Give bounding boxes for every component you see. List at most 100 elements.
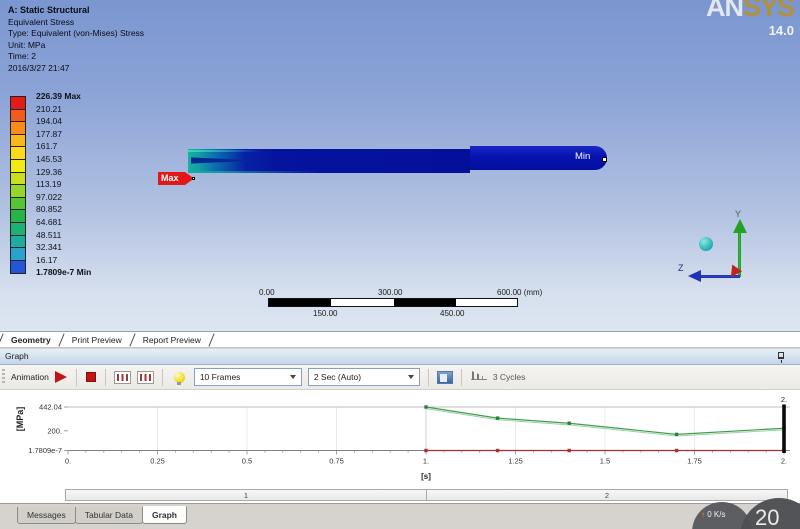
x-axis-title: [s]	[421, 472, 431, 481]
ansys-logo-an: AN	[705, 0, 744, 22]
toolbar-separator	[161, 368, 163, 386]
legend-color-segment	[11, 248, 25, 261]
legend-value-label: 113.19	[36, 179, 62, 190]
play-animation-button[interactable]	[54, 371, 67, 383]
ruler-label-450: 450.00	[440, 309, 465, 318]
distributed-frames-icon[interactable]	[113, 370, 131, 384]
chevron-down-icon[interactable]	[407, 375, 414, 379]
legend-value-label: 48.511	[36, 229, 62, 240]
toolbar-separator	[104, 368, 106, 386]
max-probe-marker	[192, 177, 195, 180]
result-time: Time: 2	[8, 51, 37, 61]
export-video-icon[interactable]	[436, 370, 453, 384]
legend-color-segment	[11, 97, 25, 110]
tab-report-preview[interactable]: Report Preview	[133, 335, 211, 345]
result-name: Equivalent Stress	[8, 16, 75, 27]
auto-hide-pin-icon[interactable]	[778, 352, 784, 363]
graph-pane-title: Graph	[5, 351, 29, 361]
y-axis-title: [MPa]	[15, 406, 25, 432]
ansys-mechanical-window: A: Static Structural Equivalent Stress T…	[0, 0, 800, 529]
tab-tabular-data[interactable]: Tabular Data	[74, 507, 143, 524]
result-unit: Unit: MPa	[8, 39, 46, 50]
legend-color-segment	[11, 197, 25, 211]
graph-pane-header[interactable]: Graph	[0, 349, 800, 365]
legend-color-segment	[11, 172, 25, 186]
y-axis-label: Y	[735, 209, 742, 219]
cycles-slider-icon[interactable]	[470, 371, 487, 383]
legend-color-bar	[10, 96, 26, 275]
ruler-label-0: 0.00	[259, 288, 275, 297]
stop-animation-button[interactable]	[85, 372, 96, 382]
upload-speed-value: 0 K/s	[707, 510, 726, 519]
legend-value-label: 97.022	[36, 191, 62, 202]
legend-value-label: 145.53	[36, 154, 62, 164]
toolbar-separator	[75, 368, 77, 386]
tab-graph[interactable]: Graph	[141, 506, 187, 524]
legend-color-segment	[11, 134, 25, 148]
result-date: 2016/3/27 21:47	[8, 62, 70, 73]
legend-value-label: 210.21	[36, 103, 62, 114]
legend-value-label: 16.17	[36, 254, 58, 265]
ansys-logo-sys: SYS	[742, 0, 795, 22]
legend-color-segment	[11, 222, 25, 236]
overlay-count-value: 20	[755, 505, 780, 529]
min-annotation-label: Min	[575, 151, 591, 162]
tab-print-preview[interactable]: Print Preview	[62, 335, 132, 345]
ruler-segment	[455, 299, 517, 306]
result-type: Type: Equivalent (von-Mises) Stress	[8, 28, 145, 38]
legend-color-segment	[11, 147, 25, 160]
ruler-label-300: 300.00	[378, 288, 403, 297]
toolbar-separator	[427, 368, 429, 386]
legend-color-segment	[11, 210, 25, 223]
load-step-cell[interactable]: 1	[65, 489, 427, 501]
min-probe-marker	[602, 157, 607, 162]
legend-value-label: 32.341	[36, 242, 62, 253]
duration-dropdown[interactable]: 2 Sec (Auto)	[307, 368, 420, 386]
ruler-segment	[393, 299, 456, 306]
legend-color-segment	[11, 122, 25, 135]
frames-dropdown-value: 10 Frames	[199, 372, 241, 382]
z-axis-arrow-icon[interactable]	[688, 270, 701, 282]
legend-color-segment	[11, 185, 25, 198]
legend-color-segment	[11, 260, 25, 274]
load-step-bar: 12	[65, 489, 790, 501]
bottom-tab-bar: Messages Tabular Data Graph	[0, 503, 800, 529]
ruler-label-150: 150.00	[313, 309, 338, 318]
isometric-view-sphere[interactable]	[699, 237, 713, 251]
legend-value-label: 194.04	[36, 116, 62, 127]
chevron-down-icon[interactable]	[289, 375, 296, 379]
legend-value-label: 177.87	[36, 128, 62, 139]
beam-stress-streak	[188, 171, 320, 173]
toolbar-separator	[460, 368, 462, 386]
model-viewport[interactable]: A: Static Structural Equivalent Stress T…	[0, 0, 800, 331]
update-contours-bulb-icon[interactable]	[173, 371, 185, 385]
duration-dropdown-value: 2 Sec (Auto)	[313, 372, 362, 382]
frames-dropdown[interactable]: 10 Frames	[193, 368, 302, 386]
legend-color-segment	[11, 235, 25, 249]
legend-color-segment	[11, 109, 25, 123]
tab-geometry[interactable]: Geometry	[1, 335, 61, 345]
beam-geometry-stressed-end[interactable]	[188, 149, 470, 173]
legend-value-label: 80.852	[36, 204, 62, 215]
ansys-logo: ANSYS 14.0	[705, 0, 795, 38]
orientation-triad[interactable]: Y Z	[678, 209, 795, 295]
y-axis-arrow-icon[interactable]	[733, 219, 747, 233]
analysis-title: A: Static Structural	[8, 5, 90, 15]
undistributed-frames-icon[interactable]	[136, 370, 154, 384]
scale-ruler	[268, 298, 518, 307]
legend-value-label: 161.7	[36, 141, 58, 152]
view-tab-bar: Geometry Print Preview Report Preview	[0, 331, 800, 348]
ruler-segment	[269, 299, 332, 306]
z-axis-label: Z	[678, 263, 684, 273]
load-step-cell[interactable]: 2	[426, 489, 788, 501]
legend-value-label: 129.36	[36, 166, 62, 177]
ansys-version: 14.0	[768, 23, 794, 38]
toolbar-grip-handle[interactable]	[2, 369, 5, 385]
ruler-segment	[331, 299, 394, 306]
legend-color-segment	[11, 159, 25, 173]
legend-value-label: 226.39 Max	[36, 91, 81, 101]
tab-messages[interactable]: Messages	[17, 507, 76, 524]
result-info-block: A: Static Structural Equivalent Stress T…	[8, 5, 144, 74]
animation-toolbar: Animation 10 Frames 2 Sec (Auto) 3 Cycle…	[0, 365, 800, 390]
animation-label: Animation	[11, 372, 49, 382]
